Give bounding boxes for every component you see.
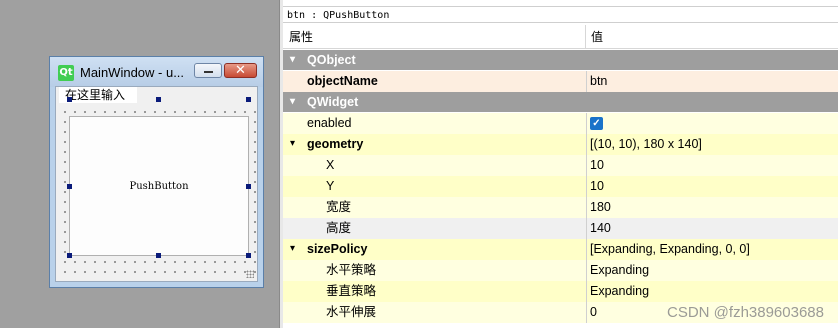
expand-arrow-icon[interactable]: ▾ — [290, 92, 295, 112]
resize-grip-icon[interactable] — [246, 270, 254, 278]
header-property[interactable]: 属性 — [289, 25, 313, 49]
property-row[interactable]: ▾ geometry [(10, 10), 180 x 140] — [283, 134, 838, 155]
property-row[interactable]: 水平策略 Expanding — [283, 260, 838, 281]
column-separator — [586, 71, 587, 92]
push-button-label: PushButton — [129, 180, 189, 192]
column-separator — [586, 197, 587, 218]
selection-handle[interactable] — [156, 253, 161, 258]
form-window[interactable]: Qt MainWindow - u... ✕ 在这里输入 PushButton — [49, 56, 264, 288]
property-row[interactable]: 高度 140 — [283, 218, 838, 239]
column-separator — [586, 260, 587, 281]
column-separator — [586, 302, 587, 323]
selection-handle[interactable] — [67, 97, 72, 102]
central-widget[interactable]: PushButton — [56, 97, 257, 281]
selection-handle[interactable] — [246, 184, 251, 189]
minimize-icon — [204, 71, 213, 73]
property-value[interactable]: btn — [590, 71, 607, 91]
column-separator — [586, 155, 587, 176]
category-name: QWidget — [307, 95, 359, 109]
row-value-cell[interactable] — [587, 197, 838, 218]
enabled-checkbox[interactable]: ✓ — [590, 117, 603, 130]
property-name: X — [326, 158, 335, 172]
qt-logo-icon: Qt — [58, 65, 74, 81]
header-divider — [585, 25, 586, 49]
header-value[interactable]: 值 — [591, 25, 603, 49]
expand-arrow-icon[interactable]: ▾ — [290, 50, 295, 70]
property-value[interactable]: Expanding — [590, 281, 649, 301]
property-name: 垂直策略 — [326, 284, 377, 298]
property-editor: btn : QPushButton 属性 值 ▾ QObject objectNam… — [283, 0, 838, 328]
selection-handle[interactable] — [246, 253, 251, 258]
property-row[interactable]: 宽度 180 — [283, 197, 838, 218]
property-value[interactable]: [(10, 10), 180 x 140] — [590, 134, 702, 154]
property-table-header: 属性 值 — [283, 25, 838, 49]
window-titlebar[interactable]: Qt MainWindow - u... ✕ — [50, 57, 263, 87]
property-name: enabled — [307, 116, 352, 130]
property-value[interactable]: 0 — [590, 302, 597, 322]
column-separator — [586, 281, 587, 302]
property-rows: ▾ QObject objectName btn ▾ QWidget enabled ✓ ▾ ge… — [283, 50, 838, 323]
property-row[interactable]: X 10 — [283, 155, 838, 176]
column-separator — [586, 134, 587, 155]
property-value[interactable]: 10 — [590, 155, 604, 175]
property-category-row[interactable]: ▾ QObject — [283, 50, 838, 71]
column-separator — [586, 176, 587, 197]
push-button[interactable]: PushButton — [69, 116, 249, 256]
property-name: 宽度 — [326, 200, 352, 214]
property-row[interactable]: 垂直策略 Expanding — [283, 281, 838, 302]
property-value[interactable]: [Expanding, Expanding, 0, 0] — [590, 239, 750, 259]
close-button[interactable]: ✕ — [224, 63, 257, 78]
expand-arrow-icon[interactable]: ▾ — [290, 134, 295, 154]
row-value-cell[interactable] — [587, 113, 838, 134]
window-client-area: 在这里输入 PushButton — [55, 86, 258, 282]
selection-handle[interactable] — [156, 97, 161, 102]
property-name: objectName — [307, 74, 378, 88]
category-name: QObject — [307, 53, 356, 67]
selection-handle[interactable] — [67, 184, 72, 189]
selection-handle[interactable] — [246, 97, 251, 102]
property-name: 水平伸展 — [326, 305, 377, 319]
row-value-cell[interactable] — [587, 218, 838, 239]
property-name: sizePolicy — [307, 242, 368, 256]
column-separator — [586, 239, 587, 260]
window-title: MainWindow - u... — [80, 65, 185, 80]
property-name: 水平策略 — [326, 263, 377, 277]
property-row[interactable]: enabled ✓ — [283, 113, 838, 134]
property-name: geometry — [307, 137, 364, 151]
row-value-cell[interactable] — [587, 71, 838, 92]
property-category-row[interactable]: ▾ QWidget — [283, 92, 838, 113]
expand-arrow-icon[interactable]: ▾ — [290, 239, 295, 259]
row-value-cell[interactable] — [587, 155, 838, 176]
form-designer-canvas: Qt MainWindow - u... ✕ 在这里输入 PushButton — [0, 0, 279, 328]
property-value[interactable]: 180 — [590, 197, 611, 217]
column-separator — [586, 113, 587, 134]
object-class-label: btn : QPushButton — [283, 6, 838, 23]
watermark: CSDN @fzh389603688 — [667, 304, 824, 321]
property-value[interactable]: 140 — [590, 218, 611, 238]
property-row[interactable]: Y 10 — [283, 176, 838, 197]
property-row[interactable]: objectName btn — [283, 71, 838, 92]
column-separator — [586, 218, 587, 239]
property-value[interactable]: 10 — [590, 176, 604, 196]
minimize-button[interactable] — [194, 63, 222, 78]
row-value-cell[interactable] — [587, 176, 838, 197]
property-value[interactable]: Expanding — [590, 260, 649, 280]
selection-handle[interactable] — [67, 253, 72, 258]
property-name: Y — [326, 179, 335, 193]
property-row[interactable]: ▾ sizePolicy [Expanding, Expanding, 0, 0] — [283, 239, 838, 260]
property-name: 高度 — [326, 221, 352, 235]
